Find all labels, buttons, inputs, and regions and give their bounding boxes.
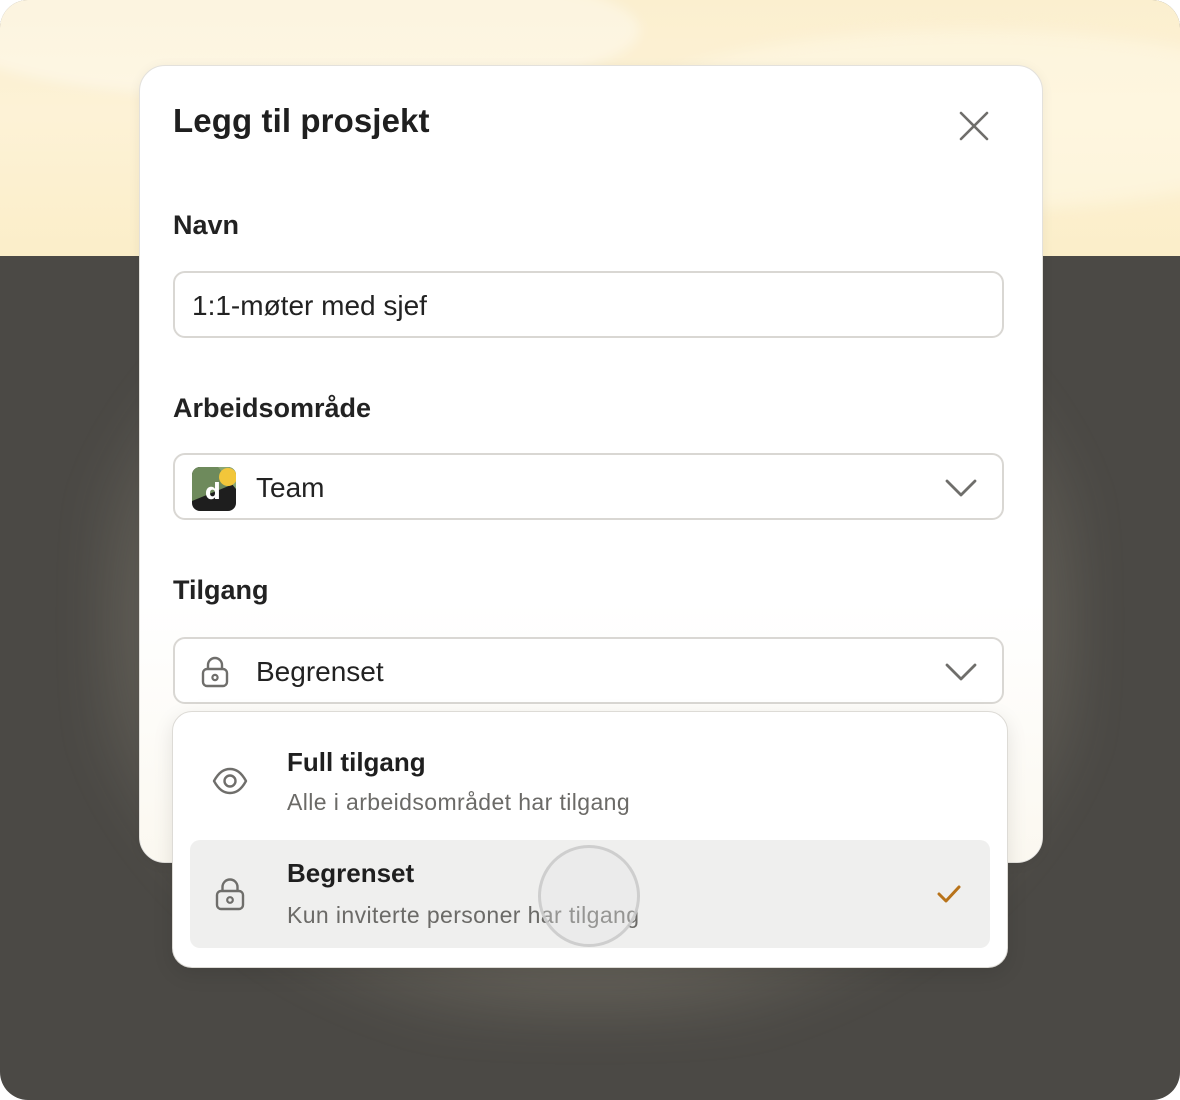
access-label: Tilgang — [173, 575, 269, 605]
access-option-title: Full tilgang — [287, 747, 426, 777]
workspace-select[interactable]: d Team — [173, 453, 1004, 520]
access-select-value: Begrenset — [256, 656, 384, 687]
workspace-select-value: Team — [256, 472, 325, 503]
close-icon — [959, 111, 989, 141]
close-button[interactable] — [954, 106, 994, 146]
lock-icon — [215, 878, 245, 911]
name-label: Navn — [173, 210, 240, 240]
workspace-logo: d — [192, 467, 236, 511]
access-option-description: Alle i arbeidsområdet har tilgang — [287, 789, 631, 815]
name-input-value: 1:1-møter med sjef — [192, 290, 427, 321]
name-input[interactable]: 1:1-møter med sjef — [173, 271, 1004, 338]
access-option-full[interactable]: Full tilgang Alle i arbeidsområdet har t… — [190, 727, 990, 835]
eye-icon — [212, 767, 248, 795]
app-frame: Legg til prosjekt Navn 1:1-møter med sje… — [0, 0, 1180, 1100]
access-dropdown-menu: Full tilgang Alle i arbeidsområdet har t… — [172, 711, 1008, 968]
workspace-logo-letter: d — [205, 480, 221, 505]
access-option-title: Begrenset — [287, 858, 415, 888]
lock-icon — [201, 656, 229, 688]
access-option-restricted[interactable]: Begrenset Kun inviterte personer har til… — [190, 840, 990, 948]
chevron-down-icon — [945, 479, 977, 497]
dialog-title: Legg til prosjekt — [173, 102, 430, 139]
access-option-description: Kun inviterte personer har tilgang — [287, 902, 640, 928]
access-select[interactable]: Begrenset — [173, 637, 1004, 704]
workspace-label: Arbeidsområde — [173, 393, 372, 423]
check-icon — [937, 885, 961, 903]
chevron-down-icon — [945, 663, 977, 681]
